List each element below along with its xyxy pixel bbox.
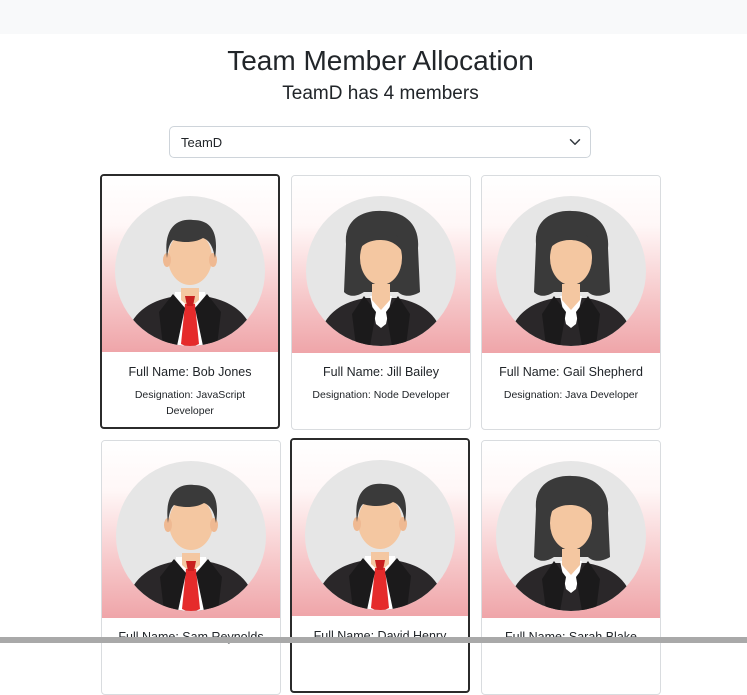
member-card[interactable]: Full Name: Sarah Blake <box>481 440 661 695</box>
avatar <box>102 176 278 352</box>
member-designation: Designation: JavaScript Developer <box>134 389 246 417</box>
team-select[interactable]: TeamD <box>169 126 591 158</box>
member-card[interactable]: Full Name: Gail Shepherd Designation: Ja… <box>481 175 661 430</box>
top-navbar <box>0 0 747 34</box>
member-designation: Designation: Java Developer <box>503 389 639 401</box>
member-full-name: Full Name: Bob Jones <box>128 365 252 379</box>
team-count-subtitle: TeamD has 4 members <box>282 83 479 104</box>
chevron-down-icon <box>569 139 581 145</box>
member-card[interactable]: Full Name: Jill Bailey Designation: Node… <box>291 175 471 430</box>
member-full-name: Full Name: Gail Shepherd <box>499 365 643 379</box>
member-card[interactable]: Full Name: David Henry <box>290 438 470 693</box>
female-avatar-icon <box>306 196 456 346</box>
avatar <box>102 441 280 618</box>
avatar <box>292 440 468 616</box>
male-avatar-icon <box>116 461 266 611</box>
team-select-value: TeamD <box>181 135 223 150</box>
male-avatar-icon <box>115 196 265 346</box>
bottom-scroll-edge <box>0 637 747 643</box>
member-designation: Designation: Node Developer <box>312 389 450 401</box>
member-card[interactable]: Full Name: Sam Reynolds <box>101 440 281 695</box>
avatar <box>292 176 470 353</box>
female-avatar-icon <box>496 196 646 346</box>
page-title: Team Member Allocation <box>227 45 534 76</box>
avatar <box>482 176 660 353</box>
member-card[interactable]: Full Name: Bob Jones Designation: JavaSc… <box>100 174 280 429</box>
member-full-name: Full Name: Jill Bailey <box>322 365 439 379</box>
male-avatar-icon <box>305 460 455 610</box>
avatar <box>482 441 660 618</box>
female-avatar-icon <box>496 461 646 611</box>
